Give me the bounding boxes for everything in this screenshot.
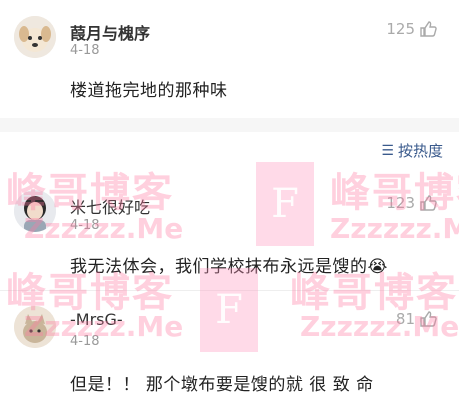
thumbs-up-icon [419, 194, 437, 212]
like-button[interactable]: 123 [386, 194, 437, 212]
comment-date: 4-18 [70, 43, 100, 58]
sort-label: 按热度 [397, 142, 443, 160]
username[interactable]: 米七很好吃 [70, 194, 150, 218]
like-button[interactable]: 125 [386, 20, 437, 38]
sort-icon: ☰ [381, 142, 394, 159]
divider [0, 290, 459, 291]
girl-avatar-image [14, 190, 56, 232]
cat-avatar-image [14, 306, 56, 348]
comment-text: 楼道拖完地的那种味 [70, 81, 228, 101]
comment-item: -MrsG- 4-18 81 但是！！ 那个墩布要是馊的就 很 致 命 [0, 296, 459, 405]
comment-text: 我无法体会，我们学校抹布永远是馊的😭 [70, 257, 388, 277]
avatar[interactable] [14, 190, 56, 232]
dog-avatar-image [14, 16, 56, 58]
section-divider [0, 118, 459, 132]
thumbs-up-icon [419, 310, 437, 328]
like-count: 123 [386, 194, 415, 212]
comment-item: 葭月与槐序 4-18 125 楼道拖完地的那种味 [0, 0, 459, 118]
like-button[interactable]: 81 [396, 310, 437, 328]
thumbs-up-icon [419, 20, 437, 38]
avatar[interactable] [14, 306, 56, 348]
avatar[interactable] [14, 16, 56, 58]
like-count: 81 [395, 310, 415, 328]
comment-text: 但是！！ 那个墩布要是馊的就 很 致 命 [70, 375, 374, 395]
like-count: 125 [386, 20, 415, 38]
username[interactable]: -MrsG- [70, 310, 123, 329]
comment-item: 米七很好吃 4-18 123 我无法体会，我们学校抹布永远是馊的😭 [0, 176, 459, 288]
username[interactable]: 葭月与槐序 [70, 20, 150, 44]
comment-date: 4-18 [70, 334, 100, 349]
comment-date: 4-18 [70, 218, 100, 233]
sort-by-hot-button[interactable]: ☰ 按热度 [381, 140, 443, 161]
